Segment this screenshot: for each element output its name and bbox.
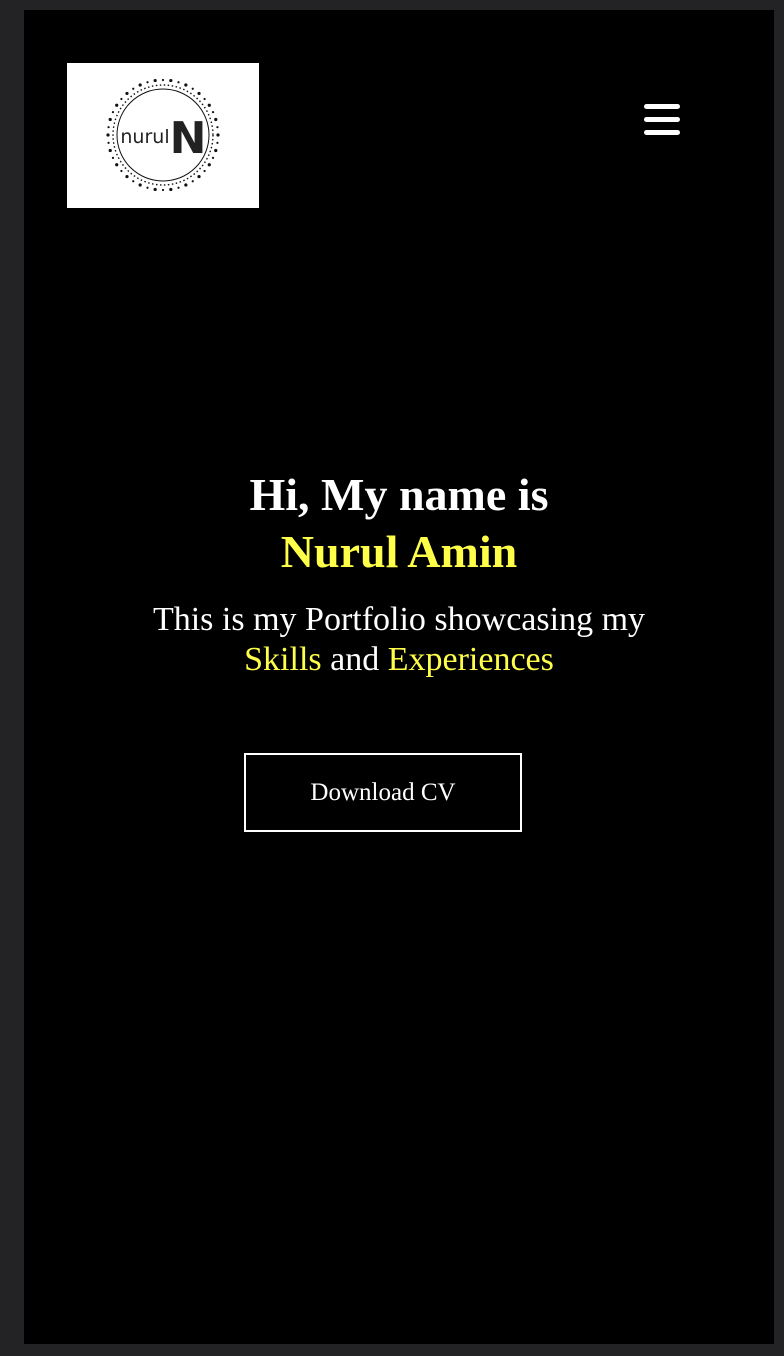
subtitle-prefix: This is my Portfolio showcasing my	[152, 601, 646, 638]
logo-ring-dot	[169, 187, 173, 192]
logo-ring-dot	[125, 91, 129, 96]
logo-ring-dot	[216, 141, 219, 144]
hero-section: Hi, My name is Nurul Amin This is my Por…	[24, 466, 774, 680]
logo-ring-dot	[207, 163, 211, 167]
logo-ring-dot	[132, 87, 135, 90]
logo-ring-dot	[115, 103, 119, 107]
hamburger-menu-icon	[644, 104, 680, 135]
logo-ring-dot	[177, 186, 180, 189]
logo-emblem: nurul N	[106, 78, 220, 192]
logo-ring-dot	[125, 174, 129, 179]
logo-ring-dot	[153, 187, 157, 192]
logo-ring-dot	[211, 111, 215, 114]
logo-ring-dot	[106, 133, 110, 137]
page-viewport: nurul N Hi, My name is Nurul Amin This i…	[24, 10, 774, 1344]
logo-ring-dot	[214, 148, 218, 153]
logo-ring-dot	[161, 78, 165, 82]
subtitle-skills: Skills	[244, 641, 322, 678]
subtitle-experiences: Experiences	[387, 641, 554, 678]
logo-ring-dot	[197, 91, 201, 96]
hero-name: Nurul Amin	[280, 526, 518, 577]
logo-ring-dot	[211, 156, 215, 159]
logo-ring-dot	[107, 141, 110, 144]
logo-ring-dot	[191, 180, 194, 183]
logo-ring-dot	[111, 156, 115, 159]
logo-ring-dot	[132, 180, 135, 183]
logo-ring-dot	[108, 117, 112, 122]
logo-text: nurul	[120, 126, 169, 148]
logo-ring-dot	[184, 183, 188, 187]
hero-subtitle: This is my Portfolio showcasing my Skill…	[24, 600, 774, 680]
subtitle-and: and	[330, 641, 380, 678]
logo-ring-dot	[169, 78, 173, 83]
logo-ring-dot	[138, 183, 142, 187]
logo-ring-dot	[203, 169, 206, 173]
logo-ring-dot	[197, 174, 201, 179]
logo-ring-dot	[216, 126, 219, 129]
logo-ring-dot	[111, 111, 115, 114]
hero-heading: Hi, My name is Nurul Amin	[24, 466, 774, 580]
logo-ring-dot	[120, 169, 123, 173]
logo-ring-dot	[115, 163, 119, 167]
logo-ring-dot	[107, 126, 110, 129]
logo-ring-dot	[216, 133, 220, 137]
logo-ring-dot	[203, 97, 206, 101]
logo-letter: N	[170, 113, 207, 164]
download-cv-button[interactable]: Download CV	[244, 753, 522, 832]
logo-ring-dot	[214, 117, 218, 122]
logo-ring-dot	[177, 81, 180, 84]
hero-greeting: Hi, My name is	[249, 469, 549, 520]
logo-ring-dot	[146, 186, 149, 189]
logo-ring-dot	[184, 83, 188, 87]
logo-ring-dot	[108, 148, 112, 153]
logo-ring-dot	[120, 97, 123, 101]
logo-ring-dot	[191, 87, 194, 90]
logo-ring-dot	[138, 83, 142, 87]
logo-ring-dot	[146, 81, 149, 84]
hamburger-menu-button[interactable]	[638, 98, 686, 142]
logo-ring-dot	[161, 188, 165, 192]
logo-ring-dot	[153, 78, 157, 83]
logo-ring-dot	[207, 103, 211, 107]
site-logo[interactable]: nurul N	[67, 63, 259, 208]
